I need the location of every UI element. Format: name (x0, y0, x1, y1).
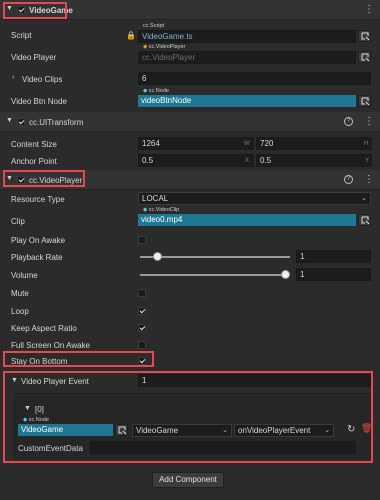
event-handler-value: onVideoPlayerEvent (238, 426, 311, 435)
script-field[interactable]: VideoGame.ts (138, 30, 356, 43)
highlight-videoplayer (3, 170, 85, 187)
slider-track (140, 274, 290, 276)
chevron-down-icon: ⌄ (361, 195, 367, 202)
volume-label: Volume (11, 271, 38, 280)
locate-icon (361, 32, 370, 41)
script-label: Script (11, 31, 32, 40)
chevron-right-icon[interactable]: › (12, 74, 14, 81)
help-icon[interactable]: ? (344, 117, 353, 126)
volume-field[interactable]: 1 (296, 268, 371, 281)
resource-type-select[interactable]: LOCAL ⌄ (138, 192, 371, 205)
slider-thumb[interactable] (281, 270, 290, 279)
video-player-locate-button[interactable] (358, 51, 371, 63)
clip-locate-button[interactable] (358, 214, 371, 226)
video-player-field[interactable]: cc.VideoPlayer (138, 51, 356, 64)
video-clips-label: Video Clips (22, 75, 63, 84)
chevron-down-icon[interactable]: ▼ (24, 405, 31, 412)
slider-thumb[interactable] (152, 252, 162, 261)
resource-type-value: LOCAL (142, 194, 169, 203)
anchor-x-field[interactable]: 0.5 (138, 154, 254, 167)
loop-checkbox[interactable] (138, 307, 146, 315)
video-btn-node-field[interactable]: videoBtnNode (138, 95, 356, 107)
chevron-down-icon: ⌄ (324, 427, 330, 434)
chevron-down-icon: ⌄ (222, 427, 228, 434)
locate-icon (361, 53, 370, 62)
highlight-videogame (3, 2, 67, 19)
keep-aspect-ratio-checkbox[interactable] (138, 324, 146, 332)
anchor-point-label: Anchor Point (11, 157, 57, 166)
mute-checkbox[interactable] (138, 289, 146, 297)
keep-aspect-ratio-label: Keep Aspect Ratio (11, 324, 77, 333)
event-node-type-tag: ◆ cc.Node (21, 417, 51, 424)
clip-field[interactable]: video0.mp4 (138, 214, 356, 226)
resource-type-label: Resource Type (11, 195, 65, 204)
full-screen-on-awake-checkbox[interactable] (138, 341, 146, 349)
uitransform-section-title: cc.UITransform (29, 118, 84, 127)
more-options-icon[interactable]: ⋮ (364, 5, 374, 15)
highlight-stay-on-bottom (3, 351, 154, 367)
help-icon[interactable]: ? (344, 175, 353, 184)
video-btn-node-locate-button[interactable] (358, 95, 371, 107)
video-btn-node-type-tag: ◆ cc.Node (141, 88, 171, 95)
locate-icon (118, 426, 127, 435)
video-player-type-tag: ◆ cc.VideoPlayer (141, 44, 188, 51)
event-component-value: VideoGame (136, 426, 179, 435)
anchor-y-unit: Y (365, 158, 370, 164)
anchor-y-field[interactable]: 0.5 (256, 154, 372, 167)
mute-label: Mute (11, 289, 29, 298)
play-on-awake-checkbox[interactable] (138, 236, 146, 244)
more-options-icon[interactable]: ⋮ (364, 175, 374, 185)
custom-event-data-label: CustomEventData (18, 444, 83, 453)
event-component-select[interactable]: VideoGame ⌄ (132, 424, 232, 437)
event-target-locate-button[interactable] (115, 424, 128, 436)
volume-slider[interactable] (140, 270, 290, 280)
video-btn-node-label: Video Btn Node (11, 97, 67, 106)
lock-icon: 🔒 (126, 31, 136, 40)
content-width-field[interactable]: 1264 (138, 137, 254, 150)
add-component-label: Add Component (159, 475, 217, 484)
video-player-label: Video Player (11, 53, 57, 62)
chevron-down-icon[interactable]: ▼ (6, 117, 13, 124)
locate-icon (361, 216, 370, 225)
full-screen-on-awake-label: Full Screen On Awake (11, 341, 91, 350)
playback-rate-label: Playback Rate (11, 253, 63, 262)
play-on-awake-label: Play On Awake (11, 236, 66, 245)
clip-label: Clip (11, 217, 25, 226)
video-clips-count-field[interactable]: 6 (138, 72, 371, 85)
chevron-down-icon[interactable]: ▼ (11, 377, 18, 384)
anchor-x-unit: X (245, 158, 250, 164)
video-player-event-label: Video Player Event (21, 377, 89, 386)
video-player-event-count-field[interactable]: 1 (138, 374, 371, 387)
event-index-label: [0] (35, 405, 44, 414)
more-options-icon[interactable]: ⋮ (364, 117, 374, 127)
height-unit: H (364, 141, 369, 147)
playback-rate-slider[interactable] (140, 252, 290, 262)
content-size-label: Content Size (11, 140, 57, 149)
script-type-tag: cc.Script (141, 23, 167, 30)
event-target-node-field[interactable]: VideoGame (18, 424, 113, 436)
custom-event-data-field[interactable] (90, 441, 356, 454)
locate-icon (361, 97, 370, 106)
slider-track (140, 256, 290, 258)
refresh-icon[interactable]: ↻ (347, 424, 355, 435)
content-height-field[interactable]: 720 (256, 137, 372, 150)
add-component-button[interactable]: Add Component (152, 472, 224, 488)
playback-rate-field[interactable]: 1 (296, 250, 371, 263)
trash-icon[interactable]: 🗑 (361, 423, 372, 434)
loop-label: Loop (11, 307, 29, 316)
event-handler-select[interactable]: onVideoPlayerEvent ⌄ (234, 424, 334, 437)
clip-type-tag: ◆ cc.VideoClip (141, 207, 182, 214)
uitransform-enabled-checkbox[interactable] (17, 118, 25, 126)
script-locate-button[interactable] (358, 30, 371, 42)
width-unit: W (244, 141, 250, 147)
